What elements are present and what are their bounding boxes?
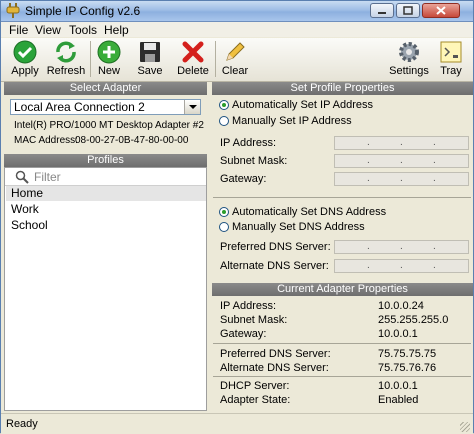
adapter-state-label: Adapter State: bbox=[220, 394, 291, 406]
adapter-description: Intel(R) PRO/1000 MT Desktop Adapter #2 bbox=[14, 120, 204, 131]
toolbar-separator bbox=[215, 41, 216, 77]
preferred-dns-field[interactable]: ... bbox=[334, 240, 469, 254]
app-plug-icon bbox=[6, 3, 20, 18]
window-title: Simple IP Config v2.6 bbox=[25, 4, 141, 18]
current-preferred-dns-value: 75.75.75.75 bbox=[378, 348, 437, 360]
divider bbox=[213, 343, 471, 344]
pencil-icon bbox=[226, 42, 245, 61]
clear-button[interactable]: Clear bbox=[220, 40, 250, 80]
menu-help[interactable]: Help bbox=[104, 23, 129, 37]
adapter-dropdown-value: Local Area Connection 2 bbox=[14, 100, 145, 114]
minimize-button[interactable] bbox=[370, 3, 394, 18]
search-icon bbox=[15, 170, 29, 184]
current-gateway-label: Gateway: bbox=[220, 328, 267, 340]
divider bbox=[213, 376, 471, 377]
clear-label: Clear bbox=[221, 65, 249, 77]
maximize-icon bbox=[403, 6, 413, 15]
plus-icon bbox=[97, 40, 121, 64]
tray-label: Tray bbox=[440, 65, 462, 77]
dhcp-server-value: 10.0.0.1 bbox=[378, 380, 418, 392]
current-preferred-dns-label: Preferred DNS Server: bbox=[220, 348, 331, 360]
mac-address-value: 08-00-27-0B-47-80-00-00 bbox=[75, 135, 189, 146]
toolbar: Apply Refresh New Save Delete Clear Sett… bbox=[1, 38, 473, 82]
new-label: New bbox=[97, 65, 120, 77]
subnet-mask-field[interactable]: ... bbox=[334, 154, 469, 168]
menu-view[interactable]: View bbox=[35, 23, 61, 37]
alternate-dns-field[interactable]: ... bbox=[334, 259, 469, 273]
auto-dns-label[interactable]: Automatically Set DNS Address bbox=[232, 206, 386, 218]
auto-ip-label[interactable]: Automatically Set IP Address bbox=[232, 99, 373, 111]
menu-file[interactable]: File bbox=[9, 23, 28, 37]
checkmark-icon bbox=[13, 40, 37, 64]
select-adapter-header: Select Adapter bbox=[4, 82, 207, 95]
save-label: Save bbox=[137, 65, 163, 77]
minimize-icon bbox=[378, 12, 386, 14]
apply-label: Apply bbox=[11, 65, 39, 77]
subnet-mask-label: Subnet Mask: bbox=[220, 155, 288, 167]
status-text: Ready bbox=[6, 418, 38, 430]
delete-button[interactable]: Delete bbox=[175, 40, 211, 80]
dhcp-server-label: DHCP Server: bbox=[220, 380, 290, 392]
profile-item-work[interactable]: Work bbox=[6, 202, 206, 217]
new-button[interactable]: New bbox=[94, 40, 124, 80]
chevron-down-icon[interactable] bbox=[184, 100, 200, 114]
divider bbox=[213, 197, 471, 198]
auto-dns-radio[interactable] bbox=[219, 207, 229, 217]
auto-ip-radio[interactable] bbox=[219, 100, 229, 110]
title-bar[interactable]: Simple IP Config v2.6 bbox=[1, 1, 473, 22]
current-ip-label: IP Address: bbox=[220, 300, 277, 312]
resize-grip-icon[interactable] bbox=[460, 422, 470, 432]
gateway-label: Gateway: bbox=[220, 173, 267, 185]
current-alternate-dns-label: Alternate DNS Server: bbox=[220, 362, 329, 374]
profile-item-home[interactable]: Home bbox=[6, 186, 206, 201]
maximize-button[interactable] bbox=[396, 3, 420, 18]
manual-dns-label[interactable]: Manually Set DNS Address bbox=[232, 221, 365, 233]
filter-input[interactable]: Filter bbox=[5, 168, 206, 186]
refresh-button[interactable]: Refresh bbox=[45, 40, 87, 80]
adapter-state-value: Enabled bbox=[378, 394, 419, 406]
set-profile-header: Set Profile Properties bbox=[212, 82, 473, 95]
profiles-header: Profiles bbox=[4, 154, 207, 167]
close-button[interactable] bbox=[422, 3, 460, 18]
delete-label: Delete bbox=[177, 65, 209, 77]
tray-button[interactable]: Tray bbox=[437, 40, 465, 80]
menu-bar: File View Tools Help bbox=[1, 22, 473, 37]
save-button[interactable]: Save bbox=[135, 40, 165, 80]
floppy-disk-icon bbox=[140, 42, 160, 62]
alternate-dns-label: Alternate DNS Server: bbox=[220, 260, 329, 272]
app-window: Simple IP Config v2.6 File View Tools He… bbox=[0, 0, 474, 434]
gateway-field[interactable]: ... bbox=[334, 172, 469, 186]
manual-dns-radio[interactable] bbox=[219, 222, 229, 232]
refresh-label: Refresh bbox=[46, 65, 86, 77]
settings-label: Settings bbox=[389, 65, 429, 77]
close-icon bbox=[436, 6, 446, 15]
apply-button[interactable]: Apply bbox=[7, 40, 43, 80]
menu-tools[interactable]: Tools bbox=[69, 23, 97, 37]
manual-ip-radio[interactable] bbox=[219, 116, 229, 126]
current-gateway-value: 10.0.0.1 bbox=[378, 328, 418, 340]
tray-icon bbox=[440, 41, 462, 63]
mac-address-label: MAC Address: bbox=[14, 135, 78, 146]
profile-item-school[interactable]: School bbox=[6, 218, 206, 233]
status-bar: Ready bbox=[1, 413, 473, 434]
current-alternate-dns-value: 75.75.76.76 bbox=[378, 362, 437, 374]
current-adapter-header: Current Adapter Properties bbox=[212, 283, 473, 296]
filter-placeholder: Filter bbox=[34, 170, 61, 184]
manual-ip-label[interactable]: Manually Set IP Address bbox=[232, 115, 352, 127]
settings-button[interactable]: Settings bbox=[388, 40, 430, 80]
ip-address-label: IP Address: bbox=[220, 137, 277, 149]
toolbar-separator bbox=[90, 41, 91, 77]
delete-x-icon bbox=[182, 41, 204, 63]
preferred-dns-label: Preferred DNS Server: bbox=[220, 241, 331, 253]
current-subnet-value: 255.255.255.0 bbox=[378, 314, 449, 326]
current-subnet-label: Subnet Mask: bbox=[220, 314, 288, 326]
current-ip-value: 10.0.0.24 bbox=[378, 300, 424, 312]
gear-icon bbox=[399, 42, 419, 62]
adapter-dropdown[interactable]: Local Area Connection 2 bbox=[10, 99, 201, 115]
refresh-icon bbox=[56, 41, 76, 63]
ip-address-field[interactable]: ... bbox=[334, 136, 469, 150]
